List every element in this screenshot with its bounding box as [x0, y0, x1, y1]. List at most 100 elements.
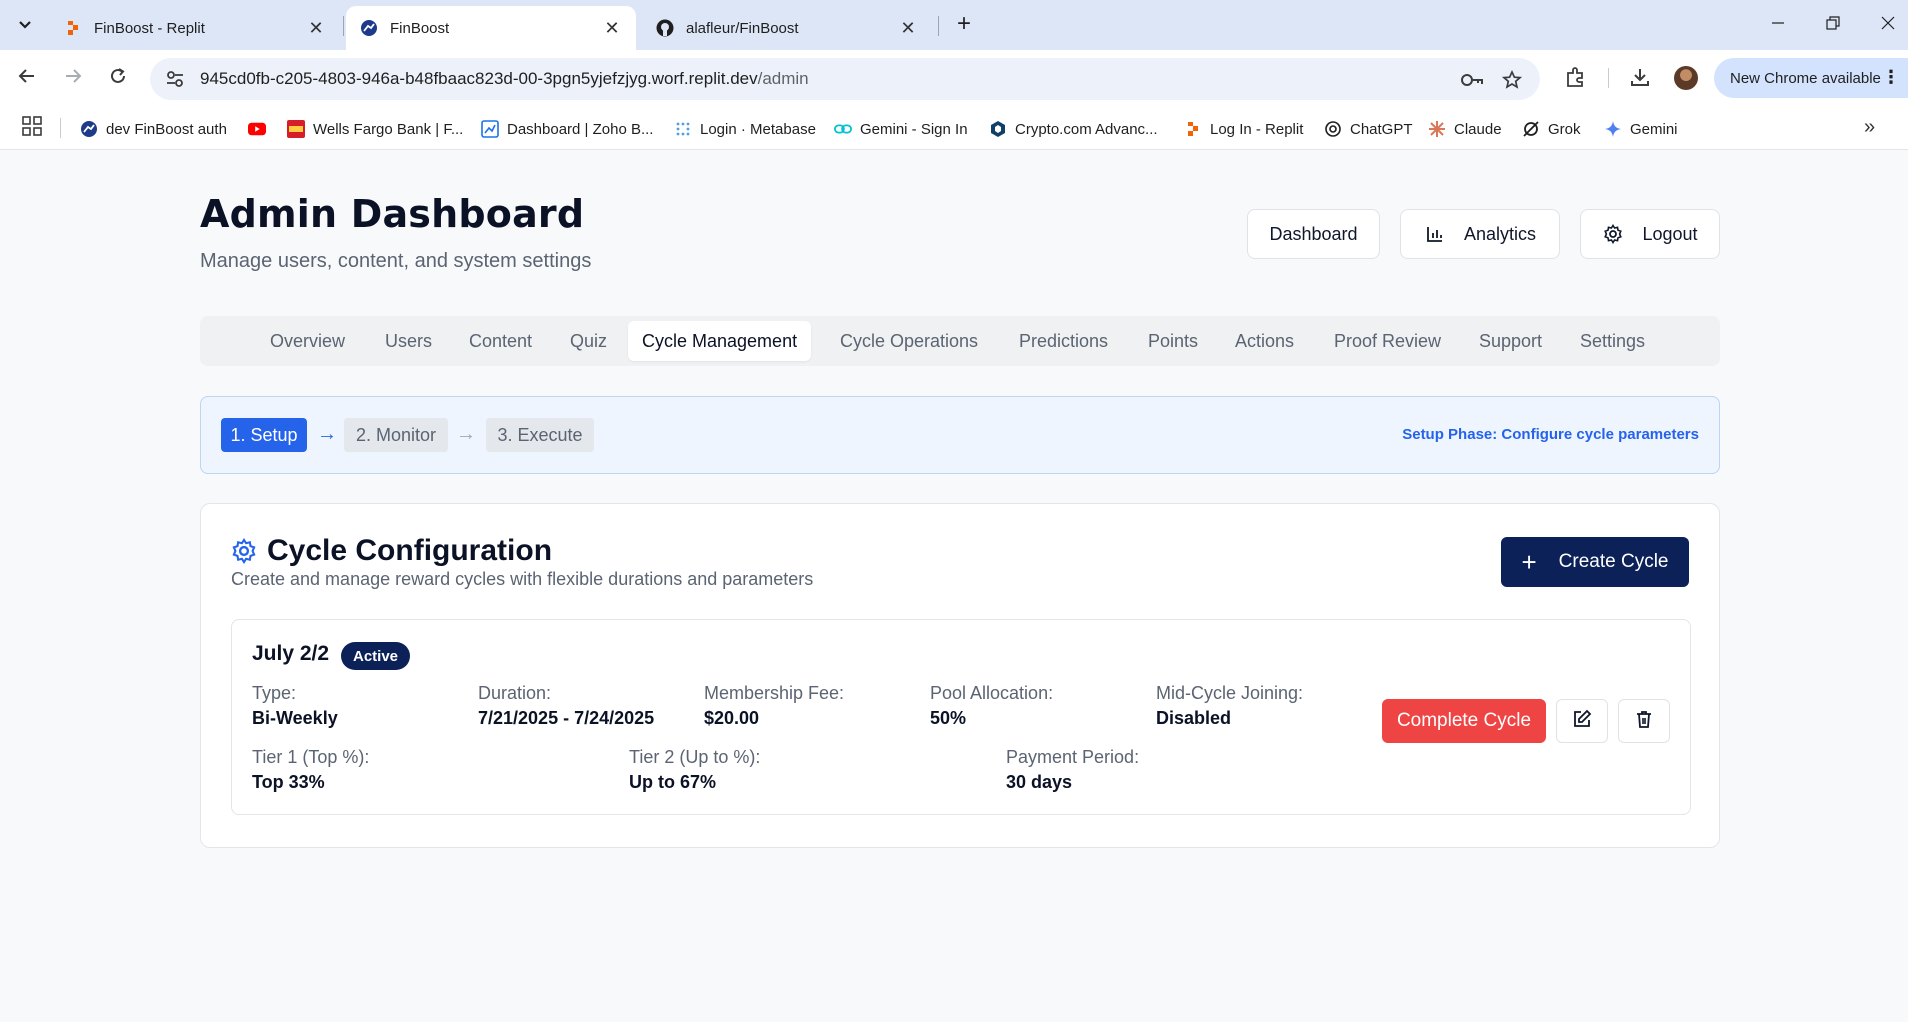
- profile-avatar[interactable]: [1674, 66, 1698, 90]
- tab-search-chevron-icon[interactable]: [8, 10, 42, 40]
- restore-icon[interactable]: [1813, 8, 1853, 40]
- bookmark-chatgpt[interactable]: ChatGPT: [1324, 116, 1413, 142]
- browser-tab-replit[interactable]: FinBoost - Replit ✕: [50, 6, 340, 50]
- tab-points[interactable]: Points: [1148, 321, 1198, 361]
- bookmark-label: Dashboard | Zoho B...: [507, 120, 654, 138]
- browser-tab-finboost[interactable]: FinBoost ✕: [346, 6, 636, 50]
- replit-icon: [64, 19, 82, 37]
- phase-step-setup[interactable]: 1. Setup: [221, 418, 307, 452]
- bookmark-label: Grok: [1548, 120, 1581, 138]
- membership-fee-value: $20.00: [704, 708, 760, 728]
- url-text[interactable]: 945cd0fb-c205-4803-946a-b48fbaac823d-00-…: [200, 69, 809, 89]
- close-window-icon[interactable]: [1868, 8, 1908, 40]
- phase-step-monitor[interactable]: 2. Monitor: [344, 418, 448, 452]
- more-menu-icon[interactable]: ⋮: [1882, 67, 1900, 88]
- bookmark-crypto-com[interactable]: Crypto.com Advanc...: [989, 116, 1158, 142]
- chrome-update-button[interactable]: New Chrome available ⋮: [1714, 58, 1908, 98]
- trash-icon: [1634, 709, 1654, 734]
- tab-actions[interactable]: Actions: [1235, 321, 1294, 361]
- tab-divider: [938, 16, 939, 36]
- create-cycle-button[interactable]: + Create Cycle: [1501, 537, 1689, 587]
- bookmark-replit-login[interactable]: Log In - Replit: [1184, 116, 1303, 142]
- wells-fargo-icon: [287, 120, 305, 138]
- plus-icon: +: [1521, 547, 1537, 577]
- cycle-name: July 2/2: [252, 642, 330, 665]
- tab-predictions[interactable]: Predictions: [1019, 321, 1108, 361]
- complete-cycle-button[interactable]: Complete Cycle: [1382, 699, 1546, 743]
- bookmark-wells-fargo[interactable]: Wells Fargo Bank | F...: [287, 116, 463, 142]
- browser-tab-strip: FinBoost - Replit ✕ FinBoost ✕ alafleur/…: [0, 0, 1908, 50]
- type-value: Bi-Weekly: [252, 708, 338, 728]
- bookmark-gemini[interactable]: Gemini: [1604, 116, 1678, 142]
- new-tab-icon[interactable]: +: [948, 10, 980, 40]
- bookmark-label: Log In - Replit: [1210, 120, 1304, 138]
- close-tab-icon[interactable]: ✕: [898, 18, 918, 39]
- analytics-button-label: Analytics: [1463, 223, 1537, 244]
- bookmark-label: dev FinBoost auth: [106, 120, 227, 138]
- back-icon[interactable]: [12, 64, 42, 94]
- logout-button[interactable]: Logout: [1580, 209, 1720, 259]
- pool-allocation-label: Pool Allocation:: [930, 683, 1054, 703]
- phase-step-execute[interactable]: 3. Execute: [486, 418, 594, 452]
- bookmark-gemini-signin[interactable]: Gemini - Sign In: [834, 116, 968, 142]
- type-label: Type:: [252, 683, 297, 703]
- minimize-icon[interactable]: [1758, 8, 1798, 40]
- bookmark-claude[interactable]: Claude: [1428, 116, 1502, 142]
- tab-settings[interactable]: Settings: [1580, 321, 1645, 361]
- apps-grid-icon[interactable]: [22, 116, 44, 138]
- payment-period-label: Payment Period:: [1006, 747, 1140, 767]
- dashboard-button[interactable]: Dashboard: [1247, 209, 1380, 259]
- tab-cycle-operations[interactable]: Cycle Operations: [840, 321, 978, 361]
- tier2-value: Up to 67%: [629, 772, 717, 792]
- dashboard-button-label: Dashboard: [1269, 223, 1358, 244]
- bookmark-star-icon[interactable]: [1500, 68, 1524, 92]
- site-info-icon[interactable]: [164, 68, 186, 90]
- address-bar[interactable]: 945cd0fb-c205-4803-946a-b48fbaac823d-00-…: [150, 58, 1540, 100]
- payment-period-value: 30 days: [1006, 772, 1073, 792]
- password-key-icon[interactable]: [1460, 68, 1484, 92]
- tab-overview[interactable]: Overview: [270, 321, 345, 361]
- extensions-icon[interactable]: [1562, 63, 1590, 91]
- tab-support[interactable]: Support: [1479, 321, 1542, 361]
- claude-icon: [1428, 120, 1446, 138]
- close-tab-icon[interactable]: ✕: [602, 18, 622, 39]
- bar-chart-icon: [1424, 223, 1446, 245]
- zoho-dashboard-icon: [481, 120, 499, 138]
- tab-title: FinBoost - Replit: [94, 19, 205, 37]
- chevron-double-right-icon[interactable]: »: [1864, 116, 1875, 139]
- bookmark-youtube[interactable]: [248, 116, 274, 142]
- tab-users[interactable]: Users: [385, 321, 432, 361]
- github-icon: [656, 19, 674, 37]
- bookmarks-bar: dev FinBoost auth Wells Fargo Bank | F..…: [0, 108, 1908, 150]
- tab-cycle-management[interactable]: Cycle Management: [628, 321, 812, 361]
- bookmark-dev-finboost[interactable]: dev FinBoost auth: [80, 116, 227, 142]
- bookmark-zoho[interactable]: Dashboard | Zoho B...: [481, 116, 653, 142]
- finboost-icon: [360, 19, 378, 37]
- chain-link-icon: [834, 120, 852, 138]
- grok-icon: [1522, 120, 1540, 138]
- membership-fee-label: Membership Fee:: [704, 683, 845, 703]
- downloads-icon[interactable]: [1626, 63, 1654, 91]
- tab-proof-review[interactable]: Proof Review: [1334, 321, 1441, 361]
- gemini-icon: [1604, 120, 1622, 138]
- close-tab-icon[interactable]: ✕: [306, 18, 326, 39]
- create-cycle-label: Create Cycle: [1558, 551, 1669, 572]
- browser-tab-github[interactable]: alafleur/FinBoost ✕: [642, 6, 932, 50]
- bookmark-label: ChatGPT: [1350, 120, 1413, 138]
- edit-cycle-button[interactable]: [1556, 699, 1608, 743]
- reload-icon[interactable]: [103, 64, 133, 94]
- analytics-button[interactable]: Analytics: [1400, 209, 1560, 259]
- bookmark-metabase[interactable]: Login · Metabase: [674, 116, 816, 142]
- metabase-icon: [674, 120, 692, 138]
- bookmark-label: Gemini: [1630, 120, 1678, 138]
- edit-icon: [1572, 709, 1592, 734]
- delete-cycle-button[interactable]: [1618, 699, 1670, 743]
- finboost-icon: [80, 120, 98, 138]
- bookmark-grok[interactable]: Grok: [1522, 116, 1581, 142]
- logout-button-label: Logout: [1642, 223, 1698, 244]
- forward-icon[interactable]: [58, 64, 88, 94]
- gear-icon: [1602, 223, 1624, 245]
- tab-content[interactable]: Content: [469, 321, 532, 361]
- tab-quiz[interactable]: Quiz: [570, 321, 607, 361]
- youtube-icon: [248, 120, 266, 138]
